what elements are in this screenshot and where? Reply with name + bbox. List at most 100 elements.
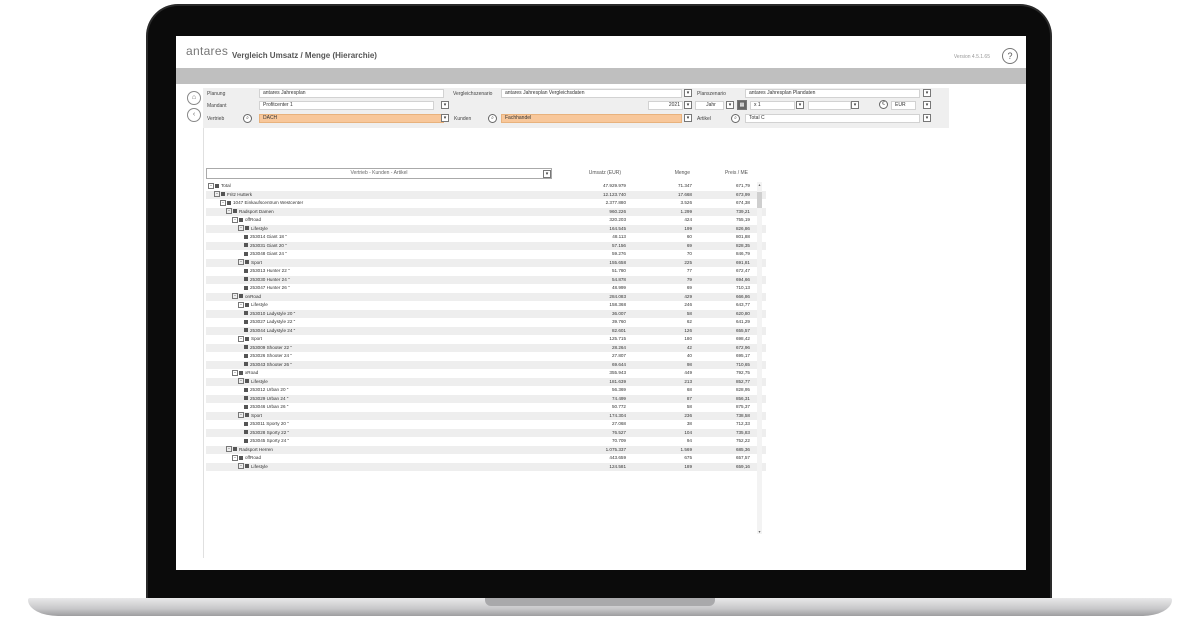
row-label[interactable]: − onRoad — [232, 293, 261, 302]
mandant-field[interactable]: Profitcenter 1 — [259, 101, 434, 110]
table-row[interactable]: − Lifestyle 181.639 213 852,77 — [206, 377, 766, 387]
table-row[interactable]: − Radsport Herren 1.075.337 1.569 685,36 — [206, 445, 766, 455]
row-label[interactable]: 253010 Ladystyle 20 " — [244, 310, 295, 319]
row-label[interactable]: − Radsport Damen — [226, 208, 274, 217]
table-row[interactable]: − Lifestyle 164.545 199 826,86 — [206, 224, 766, 234]
grid-scrollbar[interactable]: ▴ ▾ — [757, 182, 762, 534]
mandant-dropdown-icon[interactable]: ▾ — [441, 101, 449, 109]
scroll-thumb[interactable] — [757, 192, 762, 208]
row-label[interactable]: 253031 Giant 20 " — [244, 242, 287, 251]
row-label[interactable]: − Radsport Herren — [226, 446, 273, 455]
table-row[interactable]: 253013 Hunter 22 " 51.780 77 672,47 — [206, 267, 766, 276]
jahr-dropdown-icon[interactable]: ▾ — [684, 101, 692, 109]
table-row[interactable]: − Lifestyle 158.368 246 643,77 — [206, 301, 766, 310]
table-row[interactable]: 253031 Giant 20 " 57.156 69 828,35 — [206, 241, 766, 251]
row-label[interactable]: 253045 Sporty 24 " — [244, 437, 289, 446]
table-row[interactable]: − offRoad 320.203 424 755,19 — [206, 216, 766, 225]
scroll-down-icon[interactable]: ▾ — [757, 529, 762, 534]
collapse-toggle-icon[interactable]: − — [238, 335, 244, 342]
collapse-toggle-icon[interactable]: − — [214, 191, 220, 198]
table-row[interactable]: − Fritz Hutterk 12.123.740 17.668 673,99 — [206, 190, 766, 200]
dimension-selector[interactable]: Vertrieb - Kunden - Artikel — [206, 168, 552, 179]
help-icon[interactable]: ? — [1002, 48, 1018, 64]
collapse-toggle-icon[interactable]: − — [208, 182, 214, 189]
row-label[interactable]: 253009 Shooter 22 " — [244, 344, 292, 353]
table-row[interactable]: − Total 47.929.979 71.347 671,79 — [206, 182, 766, 191]
table-row[interactable]: − offRoad 443.659 675 657,57 — [206, 454, 766, 463]
table-row[interactable]: 253010 Ladystyle 20 " 36.007 58 620,80 — [206, 309, 766, 319]
row-label[interactable]: − Sport — [238, 259, 262, 268]
multiplier-field[interactable]: x 1 — [750, 101, 795, 110]
column-header-umsatz[interactable]: Umsatz (EUR) — [561, 168, 621, 179]
table-row[interactable]: − Radsport Damen 960.226 1.299 739,21 — [206, 207, 766, 217]
row-label[interactable]: − Fritz Hutterk — [214, 191, 252, 200]
table-row[interactable]: − Sport 174.304 236 738,58 — [206, 411, 766, 421]
collapse-toggle-icon[interactable]: − — [238, 259, 244, 266]
row-label[interactable]: − Lifestyle — [238, 378, 268, 387]
row-label[interactable]: 253047 Hunter 26 " — [244, 284, 290, 293]
row-label[interactable]: 253028 Sporty 22 " — [244, 429, 289, 438]
collapse-toggle-icon[interactable]: − — [232, 454, 238, 461]
row-label[interactable]: 253030 Hunter 24 " — [244, 276, 290, 285]
column-header-preis[interactable]: Preis / ME — [704, 168, 748, 179]
dimension-dropdown-icon[interactable]: ▾ — [543, 170, 551, 178]
currency-icon[interactable]: € — [879, 100, 888, 109]
row-label[interactable]: 253011 Sporty 20 " — [244, 420, 289, 429]
vergleich-field[interactable]: antares Jahresplan Vergleichsdaten — [501, 89, 682, 98]
row-label[interactable]: 253027 Ladystyle 22 " — [244, 318, 295, 327]
currency-field[interactable]: EUR — [891, 101, 916, 110]
table-row[interactable]: 253043 Shooter 26 " 69.644 98 710,65 — [206, 360, 766, 370]
artikel-field[interactable]: Total C — [745, 114, 920, 123]
artikel-dropdown-icon[interactable]: ▾ — [923, 114, 931, 122]
multiplier-dropdown-icon[interactable]: ▾ — [796, 101, 804, 109]
collapse-toggle-icon[interactable]: − — [226, 446, 232, 453]
table-row[interactable]: − Lifestyle 124.581 189 659,16 — [206, 462, 766, 472]
row-label[interactable]: − Total — [208, 182, 231, 191]
row-label[interactable]: 253048 Giant 24 " — [244, 250, 287, 259]
table-row[interactable]: 253048 Giant 24 " 59.276 70 846,79 — [206, 250, 766, 259]
table-row[interactable]: 253012 Urban 20 " 56.369 68 828,95 — [206, 386, 766, 395]
table-row[interactable]: 253014 Giant 18 " 48.113 60 801,88 — [206, 233, 766, 242]
artikel-search-icon[interactable]: ⌕ — [731, 114, 740, 123]
row-label[interactable]: − Lifestyle — [238, 225, 268, 234]
row-label[interactable]: − Lifestyle — [238, 463, 268, 472]
row-label[interactable]: − 1047 Einkaufscentrum Westcenter — [220, 199, 303, 208]
table-row[interactable]: − onRoad 284.083 429 666,86 — [206, 292, 766, 302]
collapse-toggle-icon[interactable]: − — [220, 199, 226, 206]
row-label[interactable]: − offRoad — [232, 454, 261, 463]
row-label[interactable]: 253043 Shooter 26 " — [244, 361, 292, 370]
table-row[interactable]: 253009 Shooter 22 " 28.264 42 672,96 — [206, 343, 766, 353]
table-row[interactable]: 253011 Sporty 20 " 27.068 38 712,33 — [206, 420, 766, 429]
table-row[interactable]: − xRoad 355.943 449 792,75 — [206, 369, 766, 378]
collapse-toggle-icon[interactable]: − — [238, 412, 244, 419]
row-label[interactable]: 253044 Ladystyle 24 " — [244, 327, 295, 336]
collapse-toggle-icon[interactable]: − — [232, 216, 238, 223]
collapse-toggle-icon[interactable]: − — [232, 369, 238, 376]
vertrieb-dropdown-icon[interactable]: ▾ — [441, 114, 449, 122]
table-row[interactable]: − Sport 125.715 180 698,42 — [206, 335, 766, 344]
row-label[interactable]: − Sport — [238, 412, 262, 421]
vergleich-dropdown-icon[interactable]: ▾ — [684, 89, 692, 97]
vertrieb-search-icon[interactable]: ⌕ — [243, 114, 252, 123]
planszenario-dropdown-icon[interactable]: ▾ — [923, 89, 931, 97]
table-row[interactable]: 253047 Hunter 26 " 48.999 69 710,13 — [206, 284, 766, 293]
row-label[interactable]: 253013 Hunter 22 " — [244, 267, 290, 276]
planung-field[interactable]: antares Jahresplan — [259, 89, 444, 98]
table-row[interactable]: 253044 Ladystyle 24 " 82.601 126 655,57 — [206, 326, 766, 336]
table-row[interactable]: 253029 Urban 24 " 74.499 87 856,31 — [206, 394, 766, 404]
jahr-unit-field[interactable]: Jahr — [695, 101, 724, 110]
rounding-field[interactable] — [808, 101, 851, 110]
collapse-toggle-icon[interactable]: − — [232, 293, 238, 300]
column-header-menge[interactable]: Menge — [644, 168, 690, 179]
row-label[interactable]: 253029 Urban 24 " — [244, 395, 288, 404]
planszenario-field[interactable]: antares Jahresplan Plandaten — [745, 89, 920, 98]
row-label[interactable]: 253014 Giant 18 " — [244, 233, 287, 242]
table-row[interactable]: 253027 Ladystyle 22 " 39.760 62 641,29 — [206, 318, 766, 327]
table-row[interactable]: 253045 Sporty 24 " 70.709 94 752,22 — [206, 437, 766, 446]
table-row[interactable]: 253030 Hunter 24 " 54.878 79 694,66 — [206, 275, 766, 285]
row-label[interactable]: − Lifestyle — [238, 301, 268, 310]
kunden-search-icon[interactable]: ⌕ — [488, 114, 497, 123]
back-icon[interactable]: ‹ — [187, 108, 201, 122]
table-row[interactable]: 253028 Sporty 22 " 76.527 104 735,83 — [206, 428, 766, 438]
collapse-toggle-icon[interactable]: − — [238, 225, 244, 232]
